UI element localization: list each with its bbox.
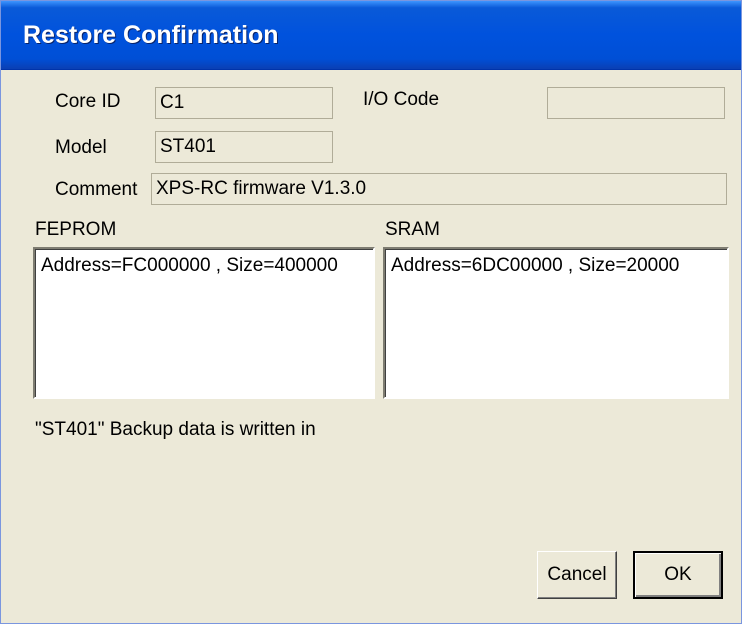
restore-confirmation-dialog: Restore Confirmation Core ID C1 I/O Code…	[0, 0, 742, 624]
comment-field: XPS-RC firmware V1.3.0	[151, 173, 727, 205]
ok-button[interactable]: OK	[633, 551, 723, 599]
io-code-label: I/O Code	[363, 89, 440, 110]
model-field: ST401	[155, 131, 333, 163]
core-id-label: Core ID	[55, 91, 121, 112]
title-bar[interactable]: Restore Confirmation	[1, 1, 741, 70]
sram-list[interactable]: Address=6DC00000 , Size=20000	[383, 247, 729, 399]
cancel-button[interactable]: Cancel	[537, 551, 617, 599]
io-code-field	[547, 87, 725, 119]
feprom-list[interactable]: Address=FC000000 , Size=400000	[33, 247, 375, 399]
model-label: Model	[55, 137, 107, 158]
comment-label: Comment	[55, 179, 138, 200]
sram-label: SRAM	[385, 219, 440, 240]
feprom-label: FEPROM	[35, 219, 117, 240]
list-item[interactable]: Address=FC000000 , Size=400000	[35, 249, 373, 277]
list-item[interactable]: Address=6DC00000 , Size=20000	[385, 249, 727, 277]
dialog-title: Restore Confirmation	[23, 21, 279, 49]
backup-status-text: "ST401" Backup data is written in	[35, 419, 316, 440]
core-id-field: C1	[155, 87, 333, 119]
